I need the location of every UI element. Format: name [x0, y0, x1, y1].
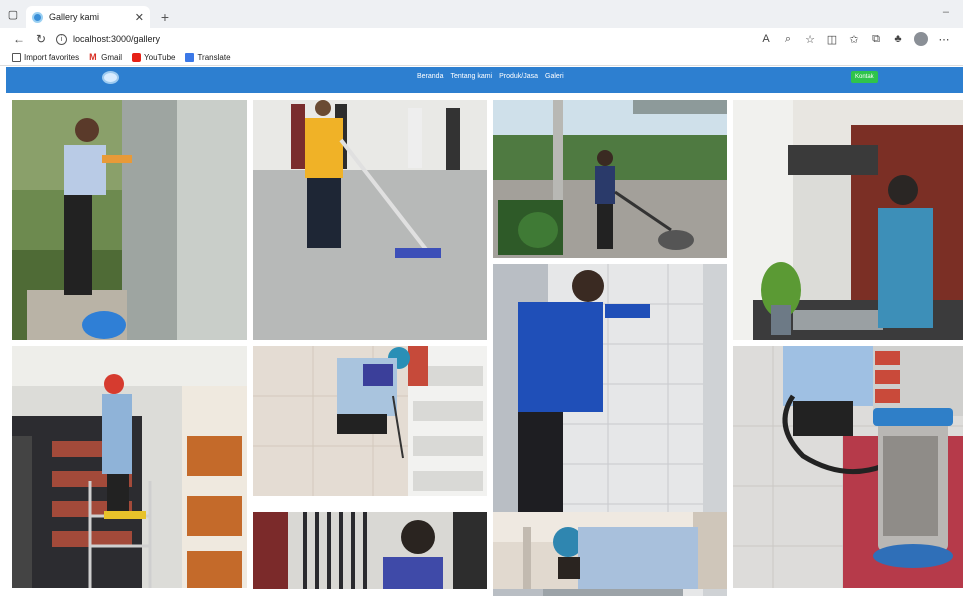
floor-polisher-photo[interactable]	[493, 100, 727, 258]
photo-gallery	[0, 93, 963, 596]
favorite-star-icon[interactable]: ☆	[799, 33, 821, 46]
profile-avatar-icon[interactable]	[914, 32, 928, 46]
favorite-youtube[interactable]: YouTube	[132, 53, 175, 62]
favorites-icon[interactable]: ✩	[843, 33, 865, 46]
extensions-icon[interactable]: ♣	[887, 33, 909, 45]
back-icon[interactable]: ←	[8, 32, 30, 46]
favorite-translate[interactable]: Translate	[185, 53, 231, 62]
new-tab-icon[interactable]: +	[154, 6, 176, 28]
refresh-icon[interactable]: ↻	[30, 32, 52, 46]
favorites-bar: Import favorites M Gmail YouTube Transla…	[0, 50, 963, 66]
cleaning-store-floor-photo[interactable]	[253, 346, 487, 496]
browser-tab[interactable]: Gallery kami ✕	[26, 6, 150, 28]
address-bar: ← ↻ i localhost:3000/gallery A ⌕ ☆ ◫ ✩ ⧉…	[0, 28, 963, 50]
tab-title: Gallery kami	[49, 12, 100, 22]
translate-icon	[185, 53, 195, 62]
window-menu-icon[interactable]: ▢	[0, 0, 26, 28]
mopping-floor-photo[interactable]	[253, 100, 487, 340]
url-text: localhost:3000/gallery	[73, 34, 161, 44]
gmail-icon: M	[89, 52, 97, 62]
url-field[interactable]: i localhost:3000/gallery	[56, 30, 747, 48]
more-icon[interactable]: ⋯	[933, 33, 955, 46]
favorite-import[interactable]: Import favorites	[12, 53, 79, 62]
favorite-gmail[interactable]: M Gmail	[89, 52, 122, 63]
nav-link-galeri[interactable]: Galeri	[545, 73, 564, 80]
split-screen-icon[interactable]: ◫	[821, 33, 843, 46]
import-icon	[12, 53, 21, 62]
collections-icon[interactable]: ⧉	[865, 33, 887, 46]
nav-link-produk-jasa[interactable]: Produk/Jasa	[499, 73, 538, 80]
minimize-icon[interactable]: –	[943, 6, 949, 18]
vacuum-cleaner-photo[interactable]	[733, 346, 963, 588]
site-logo-icon[interactable]	[102, 71, 119, 84]
site-favicon-icon	[32, 11, 43, 23]
cleaning-low-wall-photo[interactable]	[493, 512, 727, 589]
nav-links: Beranda Tentang kami Produk/Jasa Galeri	[417, 73, 571, 80]
cleaning-kitchen-photo[interactable]	[733, 100, 963, 340]
contact-button[interactable]: Kontak	[851, 71, 878, 83]
read-aloud-icon[interactable]: A	[755, 33, 777, 45]
cleaning-pillar-photo[interactable]	[12, 100, 247, 340]
browser-tab-bar: ▢ Gallery kami ✕ + –	[0, 0, 963, 28]
nav-link-tentang-kami[interactable]: Tentang kami	[450, 73, 492, 80]
cleaning-shelves-ladder-photo[interactable]	[12, 346, 247, 588]
nav-link-beranda[interactable]: Beranda	[417, 73, 443, 80]
tab-close-icon[interactable]: ✕	[135, 11, 144, 24]
zoom-icon[interactable]: ⌕	[777, 33, 799, 46]
site-navbar: Beranda Tentang kami Produk/Jasa Galeri …	[6, 67, 963, 93]
cleaning-railing-photo[interactable]	[253, 512, 487, 589]
youtube-icon	[132, 53, 142, 62]
site-info-icon[interactable]: i	[56, 33, 67, 45]
